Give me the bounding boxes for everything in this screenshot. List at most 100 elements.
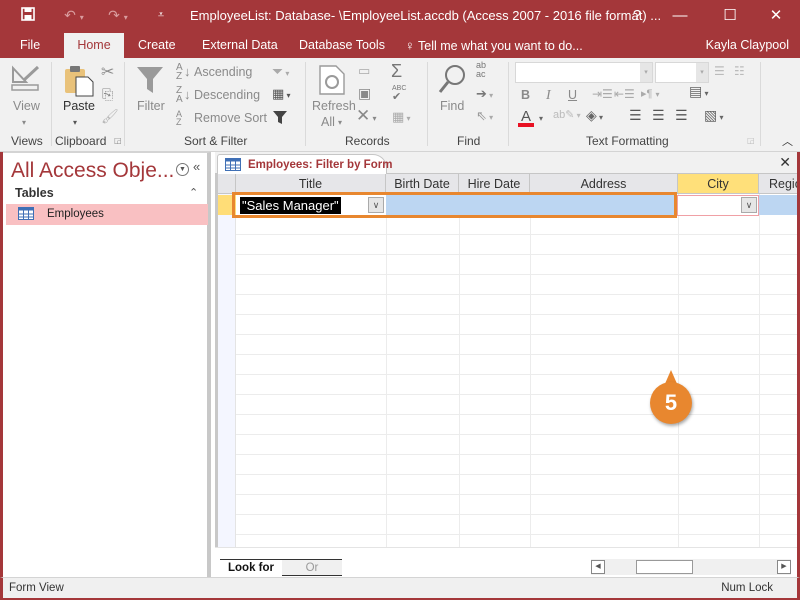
filter-icon <box>135 65 165 98</box>
tab-create[interactable]: Create <box>128 33 186 58</box>
close-document-icon[interactable]: ✕ <box>779 154 791 171</box>
find-button[interactable]: Find <box>440 99 464 113</box>
toggle-filter-icon[interactable] <box>272 109 288 128</box>
more-records-icon[interactable]: ▦ ▾ <box>392 109 411 125</box>
nav-menu-dropdown-icon[interactable]: ▼ <box>176 163 189 176</box>
close-button[interactable]: ✕ <box>756 4 796 28</box>
maximize-button[interactable]: ☐ <box>710 4 750 28</box>
alternate-row-color-icon[interactable]: ▧ ▾ <box>704 107 723 124</box>
paste-icon <box>63 65 95 100</box>
font-name-dropdown-icon[interactable]: ▾ <box>640 63 652 82</box>
go-to-icon[interactable]: ➔ ▾ <box>476 86 493 102</box>
fill-color-icon[interactable]: ◈ ▾ <box>586 107 603 124</box>
remove-sort-button[interactable]: Remove Sort <box>194 111 267 125</box>
view-button[interactable]: View <box>13 99 40 113</box>
select-icon[interactable]: ⇖ ▾ <box>476 108 493 124</box>
underline-button[interactable]: U <box>568 88 577 102</box>
scroll-right-icon[interactable]: ▶ <box>777 560 791 574</box>
nav-pane-title[interactable]: All Access Obje... <box>11 159 174 183</box>
scrollbar-thumb[interactable] <box>636 560 693 574</box>
grid-line <box>759 194 760 547</box>
tab-or[interactable]: Or <box>282 559 342 576</box>
view-dropdown-icon[interactable]: ▾ <box>22 118 26 127</box>
increase-indent-icon[interactable]: ⇥☰ <box>592 87 613 101</box>
totals-icon[interactable]: Σ <box>391 61 402 82</box>
column-header-birth-date[interactable]: Birth Date <box>386 174 459 194</box>
save-icon[interactable] <box>18 6 38 26</box>
font-color-dropdown-icon[interactable]: ▾ <box>539 114 543 123</box>
paste-button[interactable]: Paste <box>63 99 95 113</box>
italic-button[interactable]: I <box>546 88 551 104</box>
tab-look-for[interactable]: Look for <box>220 559 282 576</box>
user-name[interactable]: Kayla Claypool <box>706 33 789 58</box>
nav-item-employees[interactable]: Employees <box>6 204 208 225</box>
column-header-hire-date[interactable]: Hire Date <box>459 174 530 194</box>
tab-database-tools[interactable]: Database Tools <box>289 33 395 58</box>
align-center-icon[interactable]: ☰ <box>652 107 665 124</box>
descending-icon: ZA <box>176 85 183 105</box>
criteria-cell-city[interactable]: ∨ <box>677 195 759 216</box>
decrease-indent-icon[interactable]: ⇤☰ <box>614 87 635 101</box>
redo-icon[interactable]: ↷ ▾ <box>106 5 130 28</box>
bullets-icon[interactable]: ☰ <box>714 64 725 78</box>
align-right-icon[interactable]: ☰ <box>675 107 688 124</box>
city-dropdown-icon[interactable]: ∨ <box>741 197 757 213</box>
column-header-region[interactable]: Regio <box>759 174 797 194</box>
selection-filter-icon[interactable]: ⏷ ▾ <box>272 63 289 80</box>
document-tab[interactable]: Employees: Filter by Form <box>217 154 392 175</box>
nav-section-header[interactable]: Tables <box>15 186 54 200</box>
numbering-icon[interactable]: ☷ <box>734 64 745 78</box>
ascending-button[interactable]: Ascending <box>194 65 252 79</box>
undo-icon[interactable]: ↶ ▾ <box>62 5 86 28</box>
refresh-dropdown-icon[interactable]: ▾ <box>338 118 342 127</box>
horizontal-scrollbar[interactable]: ◀ ▶ <box>591 559 791 575</box>
collapse-ribbon-icon[interactable]: ︿ <box>782 133 793 149</box>
align-left-icon[interactable]: ☰ <box>629 107 642 124</box>
grid-line <box>236 294 797 295</box>
clipboard-launcher-icon[interactable]: ◲ <box>114 136 122 145</box>
spelling-icon[interactable]: ABC ✔ <box>392 85 406 103</box>
new-record-icon[interactable]: ▭ <box>358 63 370 79</box>
font-name-box[interactable]: ▾ <box>515 62 653 83</box>
save-record-icon[interactable]: ▣ <box>358 85 371 102</box>
svg-text:A: A <box>521 108 531 125</box>
customize-qat-icon[interactable]: ⩡ <box>154 5 168 25</box>
replace-icon[interactable]: ab ac <box>476 61 486 79</box>
status-num-lock: Num Lock <box>721 582 773 594</box>
column-header-title[interactable]: Title <box>236 174 386 194</box>
font-size-box[interactable]: ▾ <box>655 62 709 83</box>
advanced-filter-icon[interactable]: ▦ ▾ <box>272 86 291 102</box>
tell-me-box[interactable]: ♀ Tell me what you want to do... <box>405 33 583 58</box>
tab-home[interactable]: Home <box>64 33 124 58</box>
collapse-section-icon[interactable]: ⌃ <box>189 186 198 199</box>
refresh-all-button-line2[interactable]: All <box>321 115 335 129</box>
delete-record-icon[interactable]: ✕ ▾ <box>356 106 377 126</box>
cut-icon[interactable]: ✂ <box>101 62 114 82</box>
font-size-dropdown-icon[interactable]: ▾ <box>696 63 708 82</box>
refresh-all-button[interactable]: Refresh <box>312 99 356 113</box>
paste-dropdown-icon[interactable]: ▾ <box>73 118 77 127</box>
select-all-corner[interactable] <box>218 174 236 194</box>
minimize-button[interactable]: — <box>660 4 700 28</box>
bold-button[interactable]: B <box>521 88 530 102</box>
shutter-bar-close-icon[interactable]: « <box>193 159 200 174</box>
column-header-address[interactable]: Address <box>530 174 678 194</box>
font-color-icon[interactable]: A <box>518 107 534 130</box>
group-label-text-formatting: Text Formatting <box>586 134 669 148</box>
group-separator <box>305 62 306 146</box>
text-formatting-launcher-icon[interactable]: ◲ <box>747 136 755 145</box>
group-separator <box>760 62 761 146</box>
scroll-left-icon[interactable]: ◀ <box>591 560 605 574</box>
criteria-cell-region[interactable] <box>759 195 797 215</box>
tab-external-data[interactable]: External Data <box>192 33 288 58</box>
column-header-city[interactable]: City <box>678 174 759 194</box>
filter-button[interactable]: Filter <box>137 99 165 113</box>
descending-button[interactable]: Descending <box>194 88 260 102</box>
highlight-color-icon[interactable]: ab✎ ▾ <box>553 108 581 121</box>
help-button[interactable]: ? <box>617 4 657 28</box>
format-painter-icon[interactable]: 🖌 <box>101 108 119 125</box>
tab-file[interactable]: File <box>10 33 50 58</box>
paragraph-direction-icon[interactable]: ▸¶ ▾ <box>641 87 660 100</box>
gridlines-icon[interactable]: ▤ ▾ <box>689 83 708 100</box>
copy-icon[interactable]: ⎘ <box>102 86 113 103</box>
